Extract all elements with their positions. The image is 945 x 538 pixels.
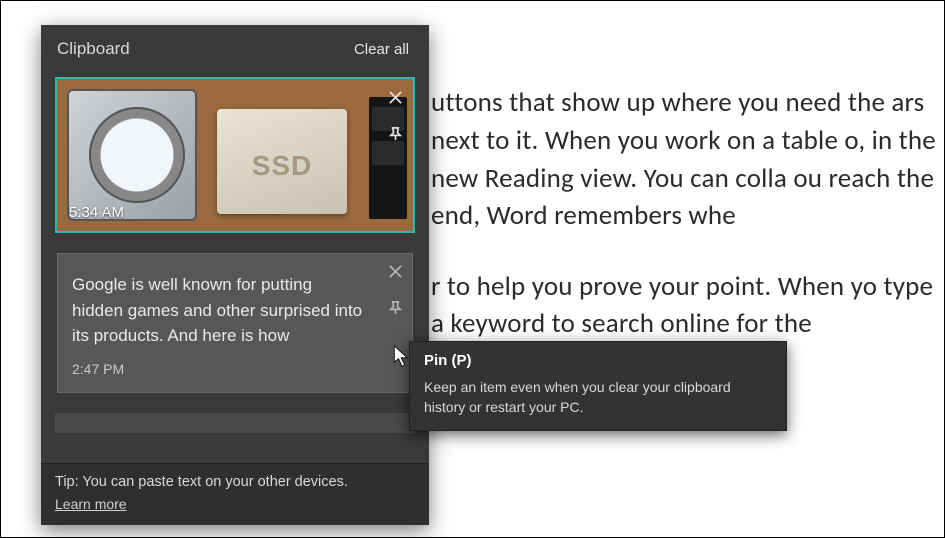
clipboard-header: Clipboard Clear all xyxy=(41,25,429,65)
clipboard-item-peek[interactable] xyxy=(55,413,415,433)
hdd-graphic xyxy=(67,89,197,221)
tooltip-title: Pin (P) xyxy=(424,352,772,369)
clipboard-panel: Clipboard Clear all SSD 5:34 AM xyxy=(41,25,429,525)
clear-all-button[interactable]: Clear all xyxy=(354,41,409,58)
clipboard-text-content: Google is well known for putting hidden … xyxy=(72,275,362,345)
clipboard-body: SSD 5:34 AM Google is well known for put… xyxy=(41,65,429,463)
clipboard-tip: Tip: You can paste text on your other de… xyxy=(41,463,429,525)
clipboard-text-content-box: Google is well known for putting hidden … xyxy=(57,253,413,393)
clipboard-title: Clipboard xyxy=(57,39,130,59)
learn-more-link[interactable]: Learn more xyxy=(55,496,127,512)
hdd-platter xyxy=(89,107,185,203)
clipboard-image-preview: SSD 5:34 AM xyxy=(55,77,415,233)
image-item-actions xyxy=(385,87,405,143)
close-icon[interactable] xyxy=(385,261,405,281)
pin-tooltip: Pin (P) Keep an item even when you clear… xyxy=(409,341,787,431)
tip-text: Tip: You can paste text on your other de… xyxy=(55,474,415,490)
text-item-timestamp: 2:47 PM xyxy=(72,359,124,380)
tooltip-body: Keep an item even when you clear your cl… xyxy=(424,377,772,418)
clipboard-item-text[interactable]: Google is well known for putting hidden … xyxy=(55,251,415,395)
pin-icon[interactable] xyxy=(385,123,405,143)
ssd-graphic: SSD xyxy=(217,109,347,214)
clipboard-item-image[interactable]: SSD 5:34 AM xyxy=(55,77,415,233)
pin-icon[interactable] xyxy=(385,297,405,317)
close-icon[interactable] xyxy=(385,87,405,107)
image-item-timestamp: 5:34 AM xyxy=(69,204,124,221)
document-paragraph-1: uttons that show up where you need the a… xyxy=(431,84,944,235)
text-item-actions xyxy=(385,261,405,317)
